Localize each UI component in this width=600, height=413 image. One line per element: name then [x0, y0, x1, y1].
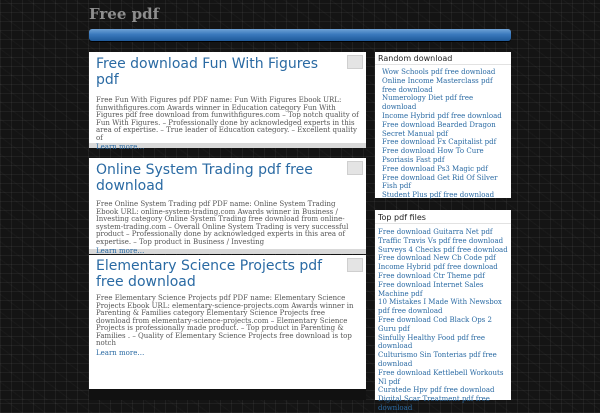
random-download-list: Wow Schools pdf free download Online Inc…	[375, 65, 511, 200]
list-item[interactable]: Free download Kettlebell Workouts Nl pdf	[378, 369, 508, 387]
top-pdf-widget: Top pdf files Free download Guitarra Net…	[375, 210, 511, 412]
list-item[interactable]: 10 Mistakes I Made With Newsbox pdf free…	[378, 298, 508, 316]
list-item[interactable]: Sinfully Healthy Food pdf free download	[378, 334, 508, 352]
list-item[interactable]: Free download Cod Black Ops 2 Guru pdf	[378, 316, 508, 334]
navigation-bar[interactable]	[89, 29, 511, 41]
post-corner-icon	[347, 55, 363, 69]
list-item[interactable]: Free download Ctr Theme pdf	[378, 272, 508, 281]
post-card: Online System Trading pdf free download …	[89, 158, 366, 255]
list-item[interactable]: Traffic Travis Vs pdf free download	[378, 237, 508, 246]
widget-title: Top pdf files	[375, 210, 511, 224]
top-pdf-list: Free download Guitarra Net pdf Traffic T…	[375, 224, 511, 413]
list-item[interactable]: Free download New Cb Code pdf	[378, 254, 508, 263]
list-item[interactable]: Student Plus pdf free download	[382, 191, 508, 200]
list-item[interactable]: Online Income Masterclass pdf free downl…	[382, 77, 508, 95]
list-item[interactable]: Free download Fx Capitalist pdf	[382, 138, 508, 147]
list-item[interactable]: Free download Ps3 Magic pdf	[382, 165, 508, 174]
post-excerpt: Free Fun With Figures pdf PDF name: Fun …	[96, 96, 359, 142]
list-item[interactable]: Income Hybrid pdf free download	[378, 263, 508, 272]
random-download-widget: Random download Wow Schools pdf free dow…	[375, 52, 511, 200]
list-item[interactable]: Wow Schools pdf free download	[382, 68, 508, 77]
post-title[interactable]: Free download Fun With Figures pdf	[89, 52, 366, 88]
post-excerpt: Free Elementary Science Projects pdf PDF…	[96, 294, 354, 347]
footer-strip	[89, 389, 366, 400]
post-corner-icon	[347, 258, 363, 272]
list-item[interactable]: Free download Bearded Dragon Secret Manu…	[382, 121, 508, 139]
list-item[interactable]: Digital Scar Treatment pdf free download	[378, 395, 508, 413]
widget-title: Random download	[375, 52, 511, 65]
learn-more-link[interactable]: Learn more…	[89, 349, 366, 357]
list-item[interactable]: Free download Internet Sales Machine pdf	[378, 281, 508, 299]
list-item[interactable]: Free download Guitarra Net pdf	[378, 228, 508, 237]
post-card: Elementary Science Projects pdf free dow…	[89, 255, 366, 389]
list-item[interactable]: Curatede Hpv pdf free download	[378, 386, 508, 395]
post-title[interactable]: Elementary Science Projects pdf free dow…	[89, 255, 366, 290]
list-item[interactable]: Free download Get Rid Of Silver Fish pdf	[382, 174, 508, 192]
list-item[interactable]: Numerology Diet pdf free download	[382, 94, 508, 112]
post-card: Free download Fun With Figures pdf Free …	[89, 52, 366, 151]
list-item[interactable]: Free download How To Cure Psoriasis Fast…	[382, 147, 508, 165]
list-item[interactable]: Surveys 4 Checks pdf free download	[378, 246, 508, 255]
list-item[interactable]: Culturismo Sin Tonterias pdf free downlo…	[378, 351, 508, 369]
list-item[interactable]: Income Hybrid pdf free download	[382, 112, 508, 121]
post-corner-icon	[347, 161, 363, 175]
post-title[interactable]: Online System Trading pdf free download	[89, 158, 366, 194]
learn-more-link[interactable]: Learn more…	[89, 143, 366, 151]
site-title[interactable]: Free pdf	[89, 5, 159, 23]
post-excerpt: Free Online System Trading pdf PDF name:…	[96, 200, 349, 246]
learn-more-link[interactable]: Learn more…	[89, 247, 366, 255]
